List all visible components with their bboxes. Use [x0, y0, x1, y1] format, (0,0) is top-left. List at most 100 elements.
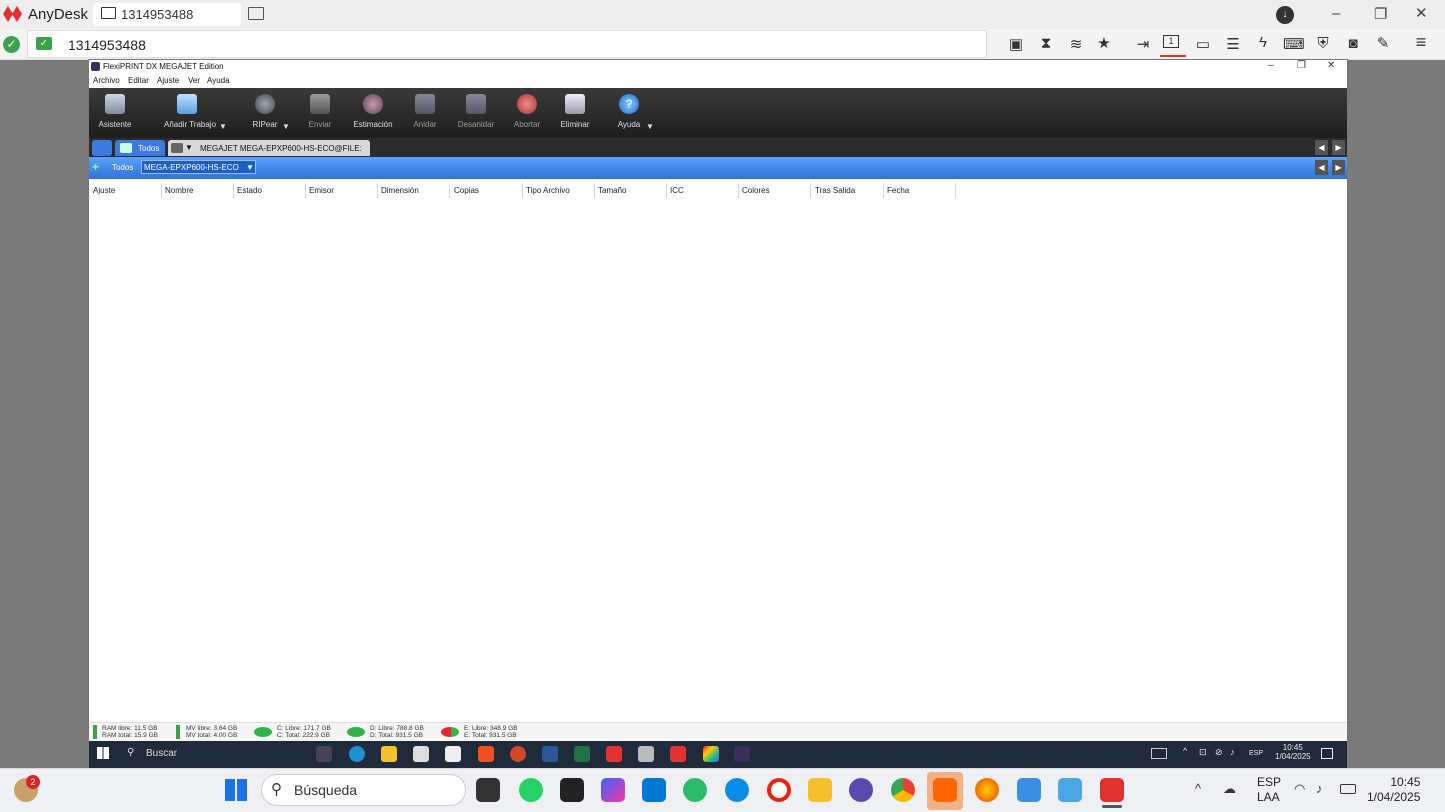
privacy-icon[interactable]: ▣: [1006, 35, 1026, 53]
col-ajuste[interactable]: Ajuste: [93, 186, 115, 195]
fp-minimize-button[interactable]: –: [1268, 60, 1274, 71]
anydesk-remote-icon-2[interactable]: [670, 746, 686, 762]
star-icon[interactable]: ★: [1094, 34, 1114, 52]
col-divider[interactable]: [377, 183, 378, 198]
menu-ayuda[interactable]: Ayuda: [207, 76, 230, 85]
col-dimension[interactable]: Dimensión: [381, 186, 419, 195]
mail-icon[interactable]: [445, 746, 461, 762]
subtab-todos[interactable]: Todos: [112, 163, 133, 172]
whatsapp-icon[interactable]: [519, 778, 543, 802]
col-divider[interactable]: [666, 183, 667, 198]
restore-button[interactable]: ❐: [1374, 5, 1387, 23]
keyboard-icon[interactable]: ⌨: [1283, 35, 1305, 53]
remote-keyboard-icon[interactable]: [1151, 748, 1167, 759]
wifi-icon[interactable]: ◠: [1294, 781, 1305, 797]
anadir-dropdown-icon[interactable]: ▼: [219, 122, 227, 131]
task-view-local-icon[interactable]: [476, 778, 500, 802]
col-divider[interactable]: [305, 183, 306, 198]
col-nombre[interactable]: Nombre: [165, 186, 193, 195]
task-view-icon[interactable]: [316, 746, 332, 762]
col-icc[interactable]: ICC: [670, 186, 684, 195]
col-divider[interactable]: [810, 183, 811, 198]
lightning-icon[interactable]: ϟ: [1253, 34, 1273, 51]
shield-icon[interactable]: ⛨: [1313, 35, 1333, 52]
record-icon[interactable]: ◙: [1343, 35, 1363, 52]
opera-icon[interactable]: [767, 778, 791, 802]
col-emisor[interactable]: Emisor: [309, 186, 334, 195]
remote-network-icon[interactable]: ⊡: [1199, 747, 1207, 758]
col-tamano[interactable]: Tamaño: [598, 186, 626, 195]
fp-restore-button[interactable]: ❐: [1297, 60, 1306, 71]
tray-chevron-icon[interactable]: ^: [1195, 781, 1201, 796]
anydesk-remote-icon[interactable]: [606, 746, 622, 762]
menu-ajuste[interactable]: Ajuste: [157, 76, 179, 85]
cloud-icon[interactable]: ☁: [1223, 781, 1236, 797]
copilot-icon[interactable]: [601, 778, 625, 802]
local-language[interactable]: ESP LAA: [1257, 775, 1281, 805]
remote-start-icon[interactable]: [97, 747, 109, 759]
printer-tab-dropdown-icon[interactable]: ▼: [185, 143, 193, 152]
anadir-trabajo-button[interactable]: Añadir Trabajo: [157, 94, 217, 129]
subtab-scroll-left-icon[interactable]: ◀: [1315, 160, 1328, 175]
edge-local-icon[interactable]: [725, 778, 749, 802]
ms-store-icon[interactable]: [642, 778, 666, 802]
word-icon[interactable]: [542, 746, 558, 762]
col-copias[interactable]: Copias: [454, 186, 479, 195]
explorer-icon[interactable]: [381, 746, 397, 762]
home-tab-icon[interactable]: [92, 140, 112, 156]
col-divider[interactable]: [233, 183, 234, 198]
wechat-icon[interactable]: [683, 778, 707, 802]
minimize-button[interactable]: –: [1332, 5, 1340, 22]
flexiprint-taskbar-icon[interactable]: [734, 746, 750, 762]
volume-icon[interactable]: ♪: [1316, 781, 1323, 796]
monitor-1-icon[interactable]: 1: [1163, 35, 1179, 48]
new-session-icon[interactable]: [248, 7, 264, 20]
asistente-button[interactable]: Asistente: [85, 94, 145, 129]
remote-wifi-icon[interactable]: ⊘: [1215, 747, 1223, 758]
local-clock[interactable]: 10:45 1/04/2025: [1367, 775, 1420, 805]
powerpoint-icon[interactable]: [510, 746, 526, 762]
printer-app-icon[interactable]: [638, 746, 654, 762]
anydesk-local-icon[interactable]: [1100, 778, 1124, 802]
settings-app-icon[interactable]: [1058, 778, 1082, 802]
col-tras-salida[interactable]: Tras Salida: [815, 186, 855, 195]
remote-notifications-icon[interactable]: [1321, 748, 1333, 759]
store-icon[interactable]: [413, 746, 429, 762]
col-estado[interactable]: Estado: [237, 186, 262, 195]
ripear-dropdown-icon[interactable]: ▼: [282, 122, 290, 131]
close-button[interactable]: ✕: [1415, 4, 1428, 22]
hourglass-icon[interactable]: ⧗: [1036, 35, 1056, 52]
remote-tray-chevron-icon[interactable]: ^: [1183, 746, 1187, 756]
xampp-icon[interactable]: [933, 778, 957, 802]
estimacion-button[interactable]: Estimación: [343, 94, 403, 129]
col-divider[interactable]: [883, 183, 884, 198]
col-divider[interactable]: [594, 183, 595, 198]
chat-icon[interactable]: ☰: [1223, 35, 1243, 53]
subtab-dropdown-icon[interactable]: ▼: [246, 163, 254, 172]
col-divider[interactable]: [161, 183, 162, 198]
tab-scroll-left-icon[interactable]: ◀: [1315, 140, 1328, 155]
tor-icon[interactable]: [849, 778, 873, 802]
remote-clock[interactable]: 10:45 1/04/2025: [1275, 743, 1311, 761]
fp-close-button[interactable]: ✕: [1327, 60, 1335, 71]
eliminar-button[interactable]: Eliminar: [545, 94, 605, 129]
menu-ver[interactable]: Ver: [188, 76, 200, 85]
subtab-scroll-right-icon[interactable]: ▶: [1332, 160, 1345, 175]
storage-icon[interactable]: ≋: [1066, 35, 1086, 53]
game-app-icon[interactable]: [560, 778, 584, 802]
file-explorer-icon[interactable]: [808, 778, 832, 802]
add-queue-icon[interactable]: +: [92, 160, 99, 174]
col-divider[interactable]: [738, 183, 739, 198]
display-icon[interactable]: ▭: [1193, 35, 1213, 53]
download-icon[interactable]: ↓: [1276, 6, 1294, 24]
col-colores[interactable]: Colores: [742, 186, 770, 195]
ayuda-dropdown-icon[interactable]: ▼: [646, 122, 654, 131]
menu-editar[interactable]: Editar: [128, 76, 149, 85]
firefox-icon[interactable]: [975, 778, 999, 802]
battery-icon[interactable]: [1340, 784, 1356, 794]
chrome-icon[interactable]: [891, 778, 915, 802]
col-divider[interactable]: [955, 183, 956, 198]
transfer-icon[interactable]: ⇥: [1133, 35, 1153, 53]
col-tipo-archivo[interactable]: Tipo Archivo: [526, 186, 570, 195]
col-divider[interactable]: [522, 183, 523, 198]
